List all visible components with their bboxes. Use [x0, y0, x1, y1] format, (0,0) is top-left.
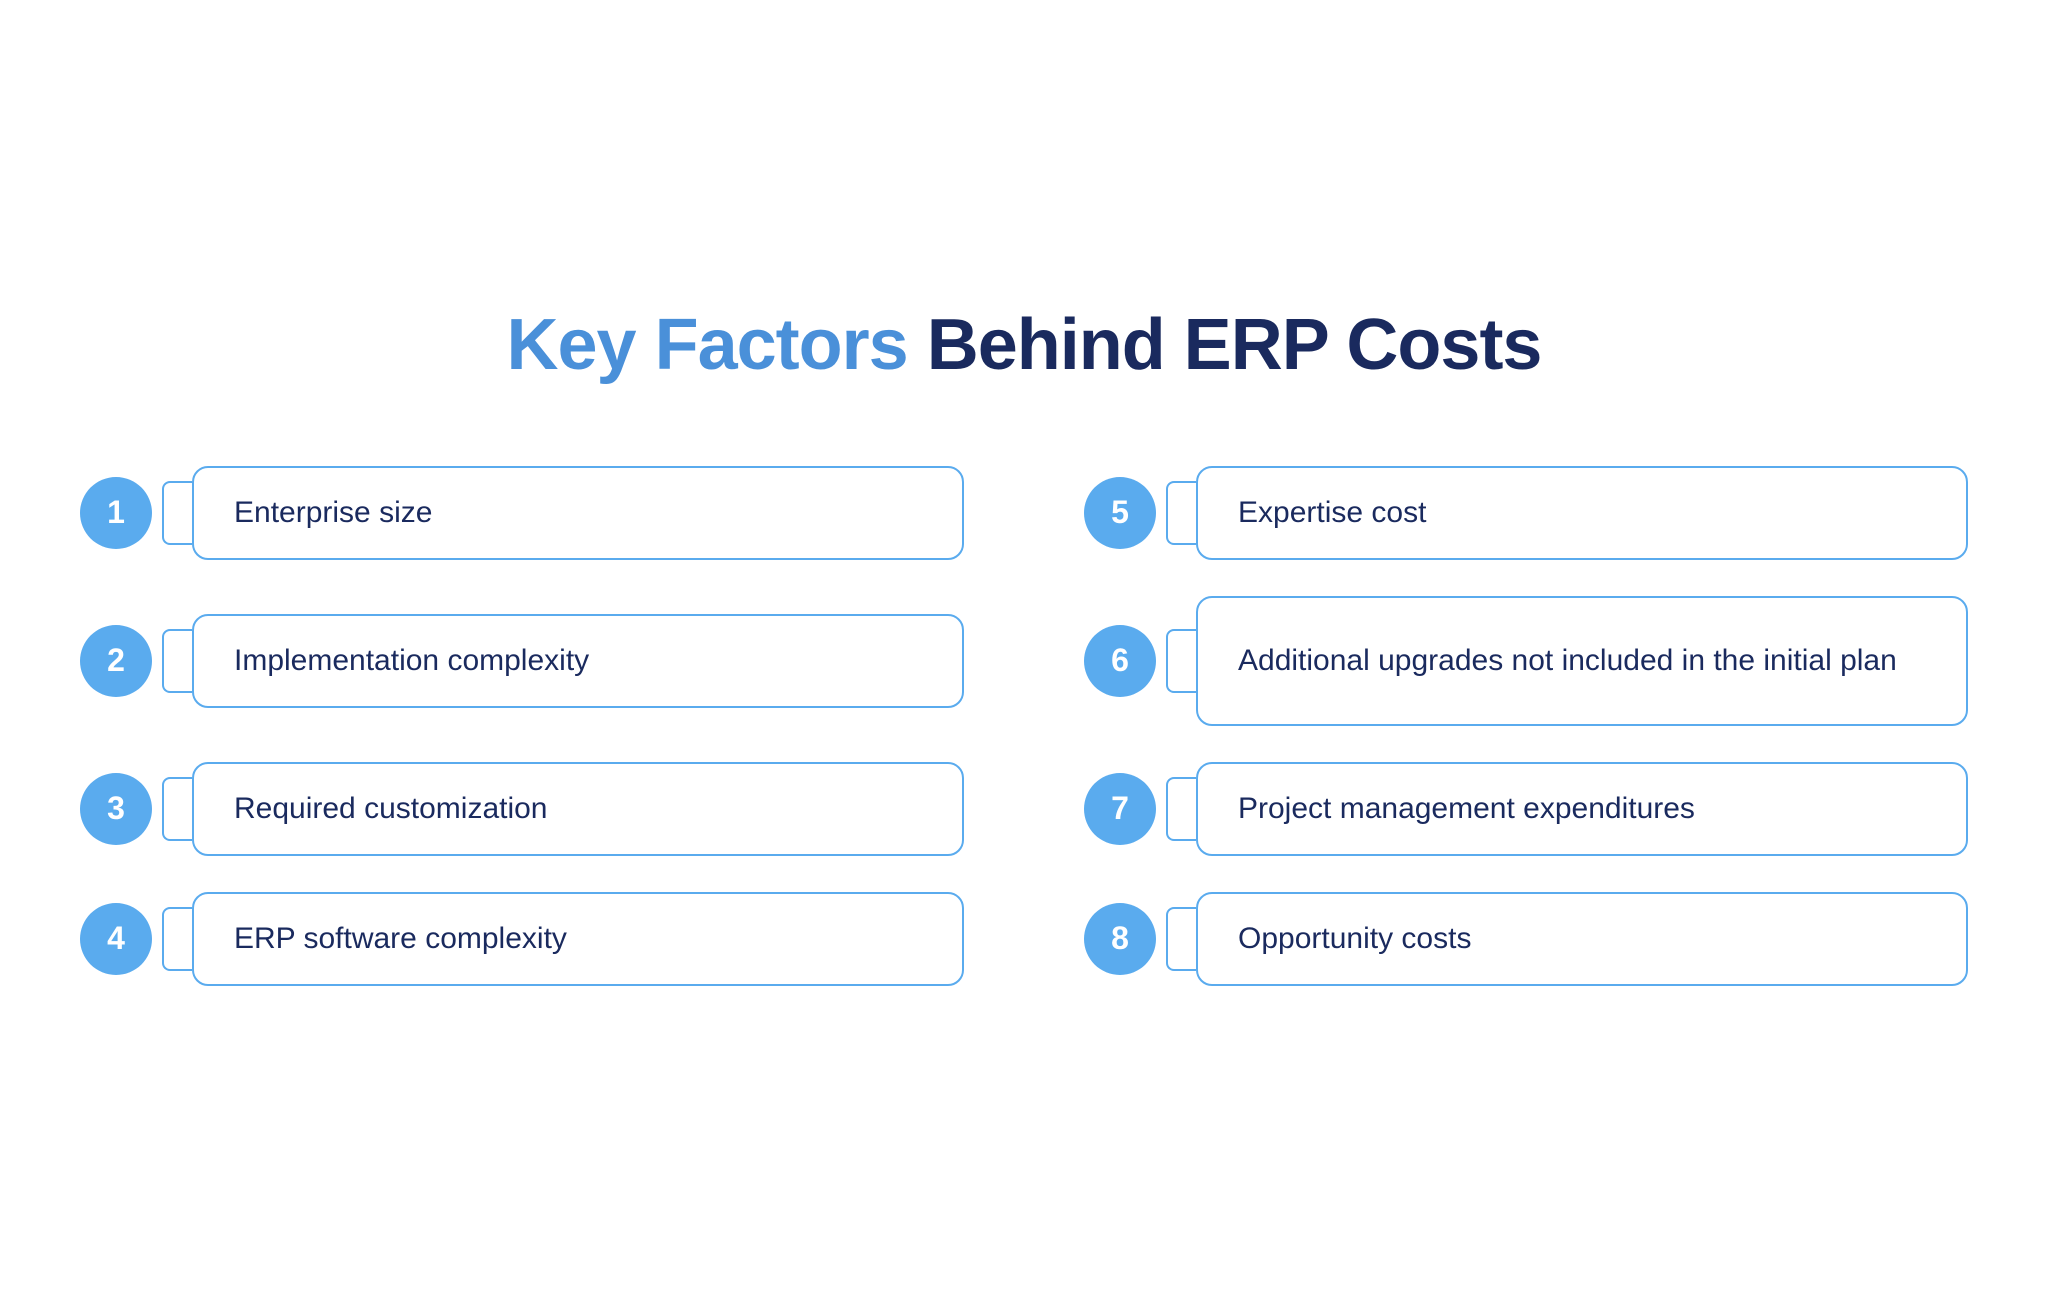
- item-box-4: ERP software complexity: [192, 892, 964, 986]
- item-box-1: Enterprise size: [192, 466, 964, 560]
- title-normal: Behind ERP Costs: [908, 305, 1542, 385]
- badge-6: 6: [1084, 625, 1156, 697]
- connector-2: [152, 625, 192, 697]
- badge-8: 8: [1084, 903, 1156, 975]
- connector-4: [152, 903, 192, 975]
- list-item-4: 4 ERP software complexity: [80, 892, 964, 986]
- item-box-2: Implementation complexity: [192, 614, 964, 708]
- page-title: Key Factors Behind ERP Costs: [507, 304, 1542, 386]
- item-box-8: Opportunity costs: [1196, 892, 1968, 986]
- badge-1: 1: [80, 477, 152, 549]
- badge-7: 7: [1084, 773, 1156, 845]
- connector-3: [152, 773, 192, 845]
- item-box-5: Expertise cost: [1196, 466, 1968, 560]
- list-item-5: 5 Expertise cost: [1084, 466, 1968, 560]
- connector-6: [1156, 625, 1196, 697]
- item-box-6: Additional upgrades not included in the …: [1196, 596, 1968, 726]
- title-highlight: Key Factors: [507, 305, 908, 385]
- item-box-3: Required customization: [192, 762, 964, 856]
- badge-5: 5: [1084, 477, 1156, 549]
- connector-7: [1156, 773, 1196, 845]
- connector-1: [152, 477, 192, 549]
- connector-8: [1156, 903, 1196, 975]
- connector-5: [1156, 477, 1196, 549]
- list-item-3: 3 Required customization: [80, 762, 964, 856]
- badge-4: 4: [80, 903, 152, 975]
- item-box-7: Project management expenditures: [1196, 762, 1968, 856]
- list-item-8: 8 Opportunity costs: [1084, 892, 1968, 986]
- list-item-2: 2 Implementation complexity: [80, 596, 964, 726]
- list-item-6: 6 Additional upgrades not included in the…: [1084, 596, 1968, 726]
- list-item-1: 1 Enterprise size: [80, 466, 964, 560]
- badge-3: 3: [80, 773, 152, 845]
- list-item-7: 7 Project management expenditures: [1084, 762, 1968, 856]
- items-grid: 1 Enterprise size 5 Expertise cost 2 Implemen…: [80, 466, 1968, 986]
- badge-2: 2: [80, 625, 152, 697]
